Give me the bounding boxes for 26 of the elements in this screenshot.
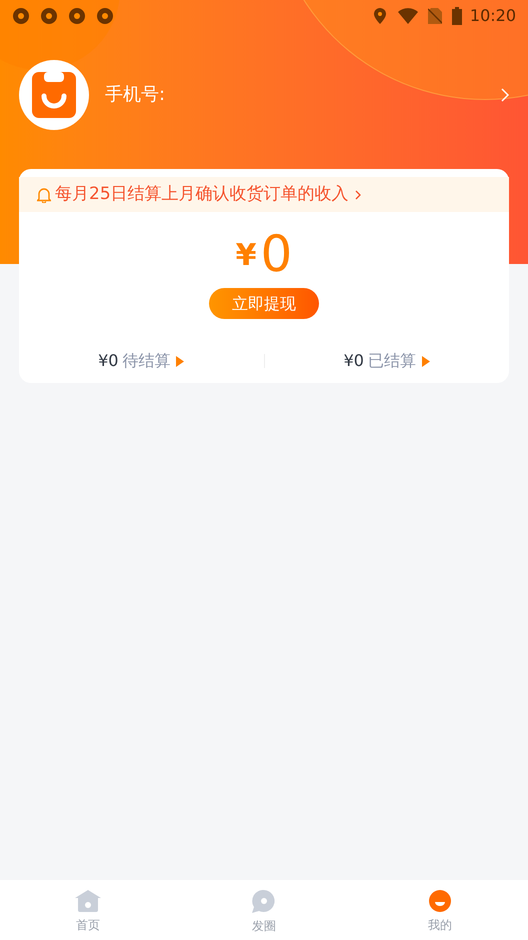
chevron-right-icon xyxy=(354,190,361,200)
triangle-right-icon xyxy=(176,356,184,366)
aperture-icon xyxy=(12,7,30,25)
clock-time: 10:20 xyxy=(470,5,516,27)
triangle-right-icon xyxy=(422,356,430,366)
currency-symbol: ¥ xyxy=(236,237,257,275)
battery-icon xyxy=(452,7,462,25)
tab-label[interactable]: 发圈 xyxy=(252,917,276,935)
settlement-amount: ¥0 xyxy=(344,350,364,372)
tab-label[interactable]: 我的 xyxy=(428,916,452,934)
bell-icon xyxy=(37,186,51,202)
wifi-icon xyxy=(398,8,418,24)
settlement-amount: ¥0 xyxy=(98,350,118,372)
tab-label[interactable]: 首页 xyxy=(76,916,100,934)
location-icon xyxy=(374,8,386,24)
aperture-icon xyxy=(68,7,86,25)
aperture-icon xyxy=(96,7,114,25)
notice-text: 每月25日结算上月确认收货订单的收入 xyxy=(55,182,349,206)
balance-amount: 0 xyxy=(260,226,292,282)
phone-label: 手机号: xyxy=(105,83,166,107)
chevron-right-icon[interactable] xyxy=(501,88,509,102)
settlement-label[interactable]: 待结算 xyxy=(122,349,170,373)
notice-bar[interactable]: 每月25日结算上月确认收货订单的收入 xyxy=(19,177,509,212)
aperture-icon xyxy=(40,7,58,25)
withdraw-button[interactable]: 立即提现 xyxy=(209,288,319,319)
settlement-label[interactable]: 已结算 xyxy=(368,349,416,373)
